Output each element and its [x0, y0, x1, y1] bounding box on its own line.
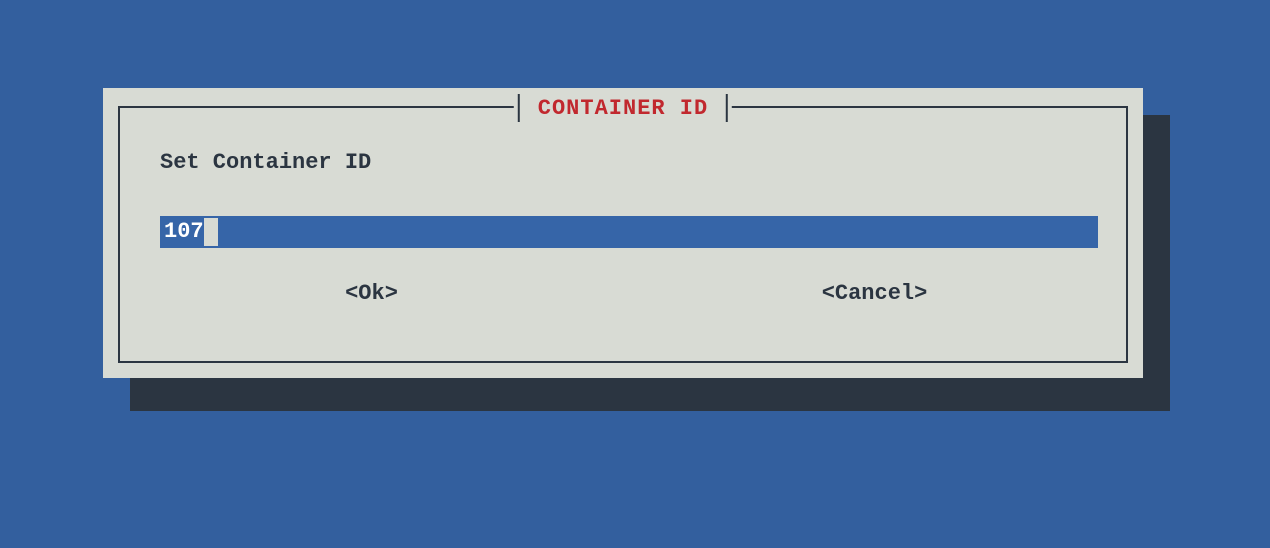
- dialog-buttons: <Ok> <Cancel>: [120, 281, 1126, 306]
- title-border-right: [726, 94, 728, 122]
- dialog-frame: CONTAINER ID Set Container ID 107 <Ok> <…: [118, 106, 1128, 363]
- dialog-prompt: Set Container ID: [160, 150, 371, 175]
- input-value: 107: [164, 219, 204, 244]
- dialog-title: CONTAINER ID: [520, 96, 726, 121]
- text-cursor: [204, 218, 218, 246]
- dialog: CONTAINER ID Set Container ID 107 <Ok> <…: [103, 88, 1143, 378]
- ok-button[interactable]: <Ok>: [120, 281, 623, 306]
- cancel-button[interactable]: <Cancel>: [623, 281, 1126, 306]
- container-id-input[interactable]: 107: [160, 216, 1098, 248]
- dialog-title-wrap: CONTAINER ID: [514, 94, 732, 122]
